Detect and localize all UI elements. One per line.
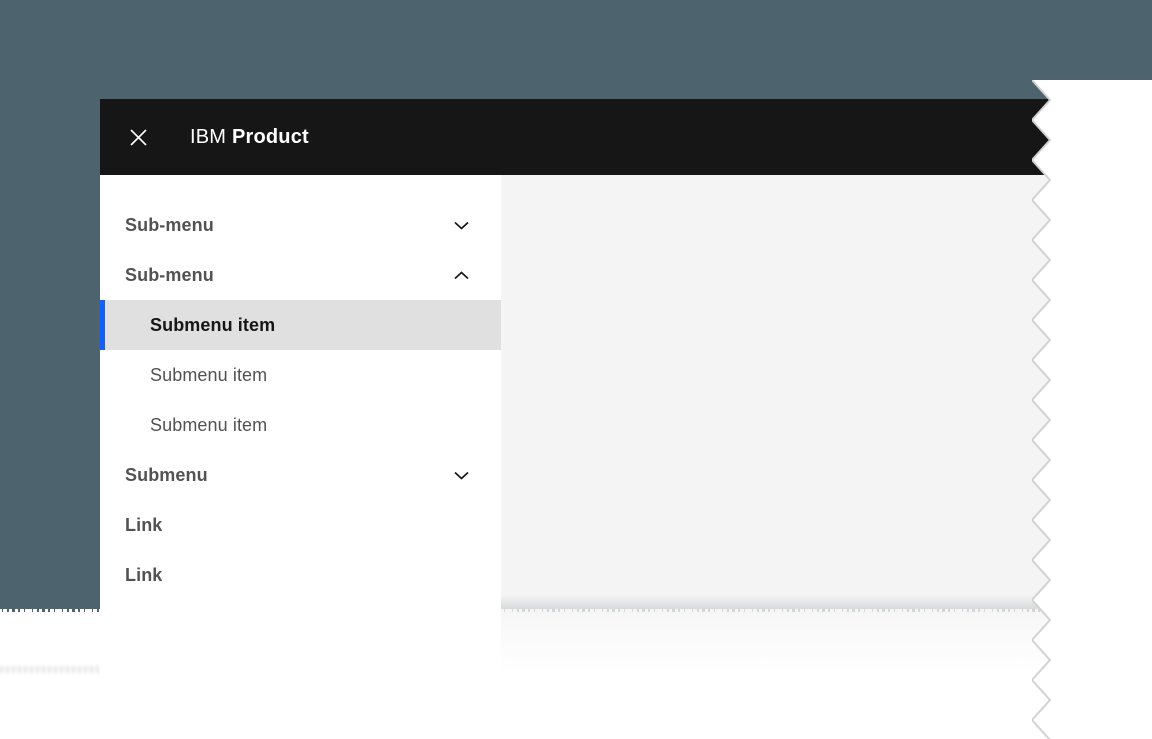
zigzag-edge — [1032, 80, 1054, 739]
sidebar-item-label: Submenu — [125, 465, 208, 486]
sidebar-item-label: Submenu item — [150, 365, 267, 386]
app-window: IBM Product Sub-menu Sub-menu Submenu it… — [100, 99, 1052, 676]
content-placeholder — [501, 175, 1052, 676]
product-text: Product — [232, 126, 309, 148]
sidebar-item-submenu-2[interactable]: Sub-menu — [100, 250, 501, 300]
sidebar-item-label: Submenu item — [150, 415, 267, 436]
sidebar-item-label: Link — [125, 565, 162, 586]
sidebar-item-submenu-item-2[interactable]: Submenu item — [100, 350, 501, 400]
app-header: IBM Product — [100, 99, 1052, 175]
sidebar-item-label: Sub-menu — [125, 265, 214, 286]
page-title: IBM Product — [190, 126, 309, 149]
torn-edge-right — [1032, 80, 1152, 739]
sidebar-item-submenu-1[interactable]: Sub-menu — [100, 200, 501, 250]
sidebar-item-submenu-item-3[interactable]: Submenu item — [100, 400, 501, 450]
sidebar-item-label: Link — [125, 515, 162, 536]
sidebar-item-label: Sub-menu — [125, 215, 214, 236]
sidebar-item-label: Submenu item — [150, 315, 275, 336]
close-icon — [129, 128, 148, 147]
chevron-down-icon — [453, 215, 470, 236]
chevron-down-icon — [453, 465, 470, 486]
sidebar-item-submenu-3[interactable]: Submenu — [100, 450, 501, 500]
sidebar-item-link-2[interactable]: Link — [100, 550, 501, 600]
torn-edge-white-fill — [1051, 80, 1152, 739]
page-background: IBM Product Sub-menu Sub-menu Submenu it… — [0, 0, 1152, 739]
sidebar-item-link-1[interactable]: Link — [100, 500, 501, 550]
side-nav: Sub-menu Sub-menu Submenu item Submenu i… — [100, 175, 501, 676]
torn-edge-bottom — [0, 666, 100, 673]
close-button[interactable] — [100, 99, 176, 175]
chevron-up-icon — [453, 265, 470, 286]
sidebar-item-submenu-item-selected[interactable]: Submenu item — [100, 300, 501, 350]
brand-text: IBM — [190, 126, 226, 148]
